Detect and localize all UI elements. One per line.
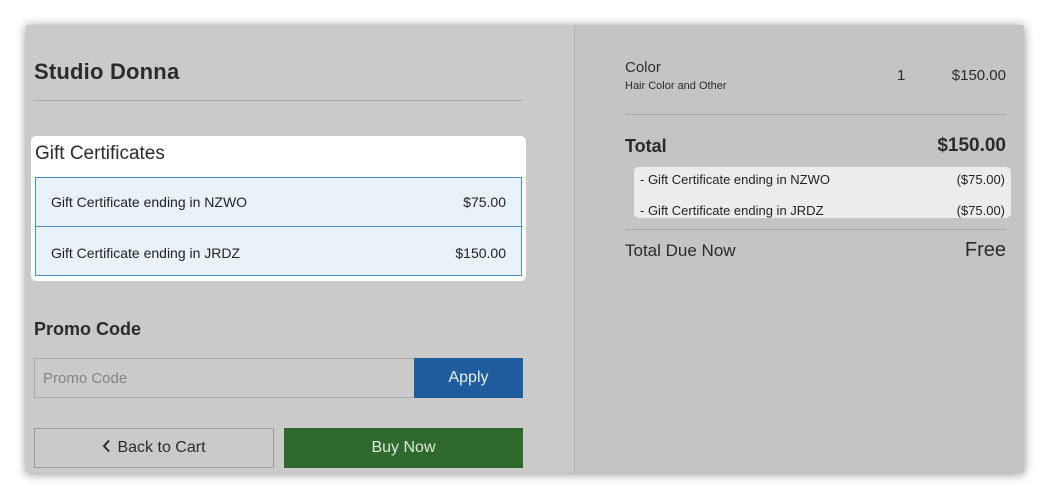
gift-certificate-amount: $75.00 — [463, 194, 506, 210]
line-item-subtitle: Hair Color and Other — [625, 80, 727, 92]
promo-code-heading: Promo Code — [34, 319, 142, 339]
gift-certificate-row[interactable]: Gift Certificate ending in NZWO $75.00 — [36, 178, 521, 227]
gift-certificate-label: Gift Certificate ending in NZWO — [51, 194, 248, 210]
promo-code-input[interactable] — [34, 358, 415, 398]
gift-certificate-label: Gift Certificate ending in JRDZ — [51, 244, 241, 261]
applied-certificate-line: - Gift Certificate ending in JRDZ ($75.0… — [640, 203, 1005, 218]
back-to-cart-button[interactable]: Back to Cart — [34, 428, 274, 468]
gift-certificates-list: Gift Certificate ending in NZWO $75.00 G… — [35, 177, 522, 276]
gift-certificate-amount: $150.00 — [455, 244, 506, 261]
checkout-card: Studio Donna Gift Certificates Gift Cert… — [26, 25, 1024, 473]
apply-button-label: Apply — [448, 369, 489, 386]
back-to-cart-label: Back to Cart — [117, 439, 206, 456]
line-item-name: Color — [625, 59, 661, 76]
gift-certificates-panel: Gift Certificates Gift Certificate endin… — [31, 136, 526, 281]
chevron-left-icon — [102, 439, 111, 458]
total-due-value: Free — [964, 239, 1006, 261]
total-due-label: Total Due Now — [625, 241, 736, 260]
applied-certificate-amount: ($75.00) — [956, 203, 1005, 218]
applied-certificate-label: - Gift Certificate ending in NZWO — [640, 172, 830, 187]
line-item-price: $150.00 — [951, 67, 1006, 84]
gift-certificate-row[interactable]: Gift Certificate ending in JRDZ $150.00 — [36, 228, 521, 277]
summary-divider — [625, 114, 1006, 115]
summary-divider — [625, 229, 1006, 230]
applied-certificate-label: - Gift Certificate ending in JRDZ — [640, 203, 824, 218]
store-title: Studio Donna — [34, 59, 180, 84]
total-value: $150.00 — [937, 135, 1006, 156]
checkout-left-pane: Studio Donna Gift Certificates Gift Cert… — [26, 25, 574, 473]
buy-now-button[interactable]: Buy Now — [284, 428, 523, 468]
order-summary-pane: Color Hair Color and Other 1 $150.00 Tot… — [575, 25, 1024, 473]
gift-certificates-heading: Gift Certificates — [35, 143, 165, 164]
buy-now-label: Buy Now — [371, 439, 436, 456]
applied-certificate-line: - Gift Certificate ending in NZWO ($75.0… — [640, 172, 1005, 187]
line-item-quantity: 1 — [897, 67, 906, 84]
title-divider — [34, 100, 523, 101]
total-label: Total — [625, 136, 667, 156]
applied-certificate-amount: ($75.00) — [956, 172, 1005, 187]
apply-promo-button[interactable]: Apply — [414, 358, 523, 398]
applied-certificates-panel: - Gift Certificate ending in NZWO ($75.0… — [634, 167, 1011, 218]
